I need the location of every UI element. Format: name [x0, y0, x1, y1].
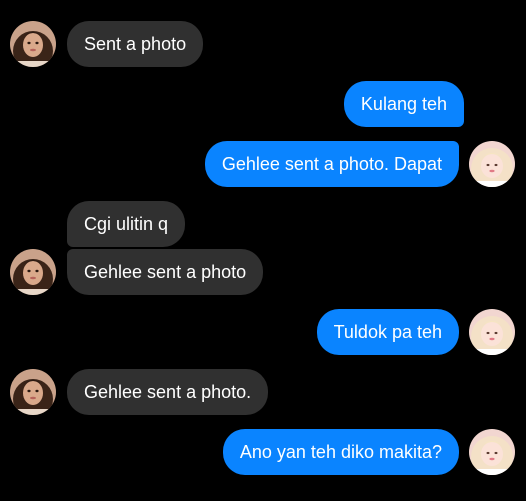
message-bubble[interactable]: Kulang teh: [343, 81, 464, 127]
chat-thread: Sent a photo Kulang teh Gehlee sent a ph…: [0, 0, 526, 501]
message-bubble[interactable]: Gehlee sent a photo: [67, 249, 264, 295]
message-row-outgoing: Kulang teh: [343, 81, 464, 127]
message-row-incoming: Sent a photo: [10, 21, 204, 67]
message-row-incoming: Gehlee sent a photo.: [10, 369, 269, 415]
message-row-outgoing: Gehlee sent a photo. Dapat: [204, 141, 515, 187]
message-row-incoming: Gehlee sent a photo: [10, 249, 264, 295]
self-avatar-icon[interactable]: [469, 309, 515, 355]
message-row-incoming: Cgi ulitin q: [67, 201, 186, 247]
message-bubble[interactable]: Ano yan teh diko makita?: [222, 429, 459, 475]
message-row-outgoing: Tuldok pa teh: [316, 309, 515, 355]
self-avatar-icon[interactable]: [469, 429, 515, 475]
self-avatar-icon[interactable]: [469, 141, 515, 187]
contact-avatar-icon[interactable]: [10, 249, 56, 295]
message-bubble[interactable]: Gehlee sent a photo. Dapat: [204, 141, 459, 187]
message-bubble[interactable]: Gehlee sent a photo.: [67, 369, 269, 415]
message-bubble[interactable]: Cgi ulitin q: [67, 201, 186, 247]
message-row-outgoing: Ano yan teh diko makita?: [222, 429, 515, 475]
message-bubble[interactable]: Tuldok pa teh: [316, 309, 459, 355]
message-bubble[interactable]: Sent a photo: [67, 21, 204, 67]
contact-avatar-icon[interactable]: [10, 369, 56, 415]
contact-avatar-icon[interactable]: [10, 21, 56, 67]
